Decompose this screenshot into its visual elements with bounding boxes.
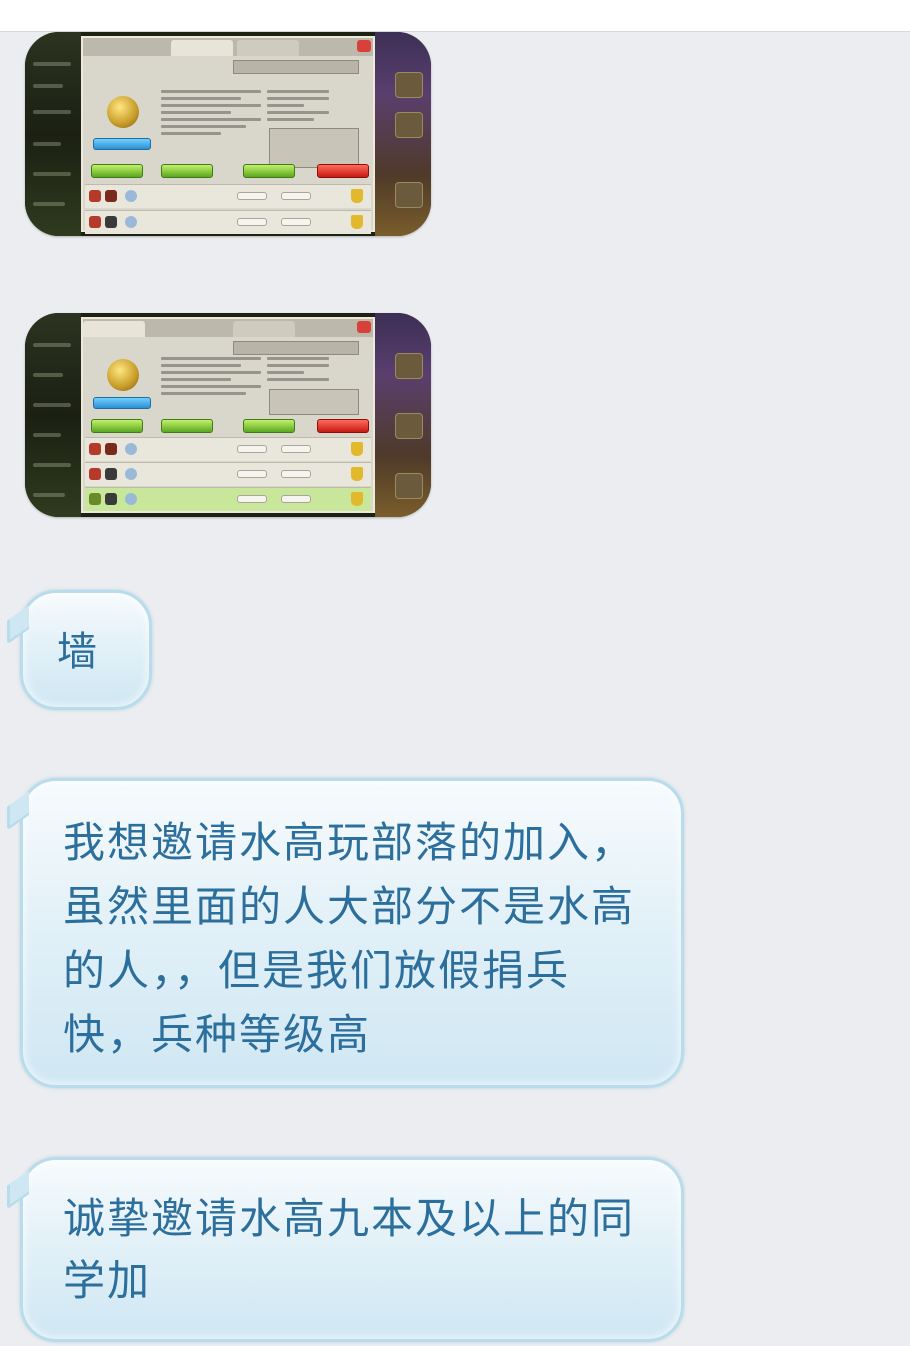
close-icon: [357, 40, 371, 52]
message-bubble[interactable]: 墙: [7, 590, 152, 710]
image-message-2[interactable]: [25, 313, 431, 517]
clan-info-panel: [81, 317, 375, 513]
game-background-left: [25, 32, 81, 236]
message-bubble[interactable]: 诚挚邀请水高九本及以上的同学加: [7, 1157, 684, 1342]
close-icon: [357, 321, 371, 333]
game-background-left: [25, 313, 81, 517]
game-background-right: [375, 32, 431, 236]
message-text: 诚挚邀请水高九本及以上的同学加: [63, 1194, 636, 1305]
game-background-right: [375, 313, 431, 517]
clan-info-panel: [81, 36, 375, 234]
bubble-tail: [7, 1170, 29, 1210]
clan-badge-icon: [107, 359, 139, 391]
bubble-tail: [7, 605, 29, 645]
message-text: 墙: [57, 629, 97, 675]
message-text: 我想邀请水高玩部落的加入，虽然里面的人大部分不是水高的人，，但是我们放假捐兵快，…: [63, 818, 636, 1059]
top-bar: [0, 0, 910, 32]
image-message-1[interactable]: [25, 32, 431, 236]
clan-badge-icon: [107, 96, 139, 128]
message-bubble[interactable]: 我想邀请水高玩部落的加入，虽然里面的人大部分不是水高的人，，但是我们放假捐兵快，…: [7, 778, 684, 1088]
bubble-tail: [7, 791, 29, 831]
